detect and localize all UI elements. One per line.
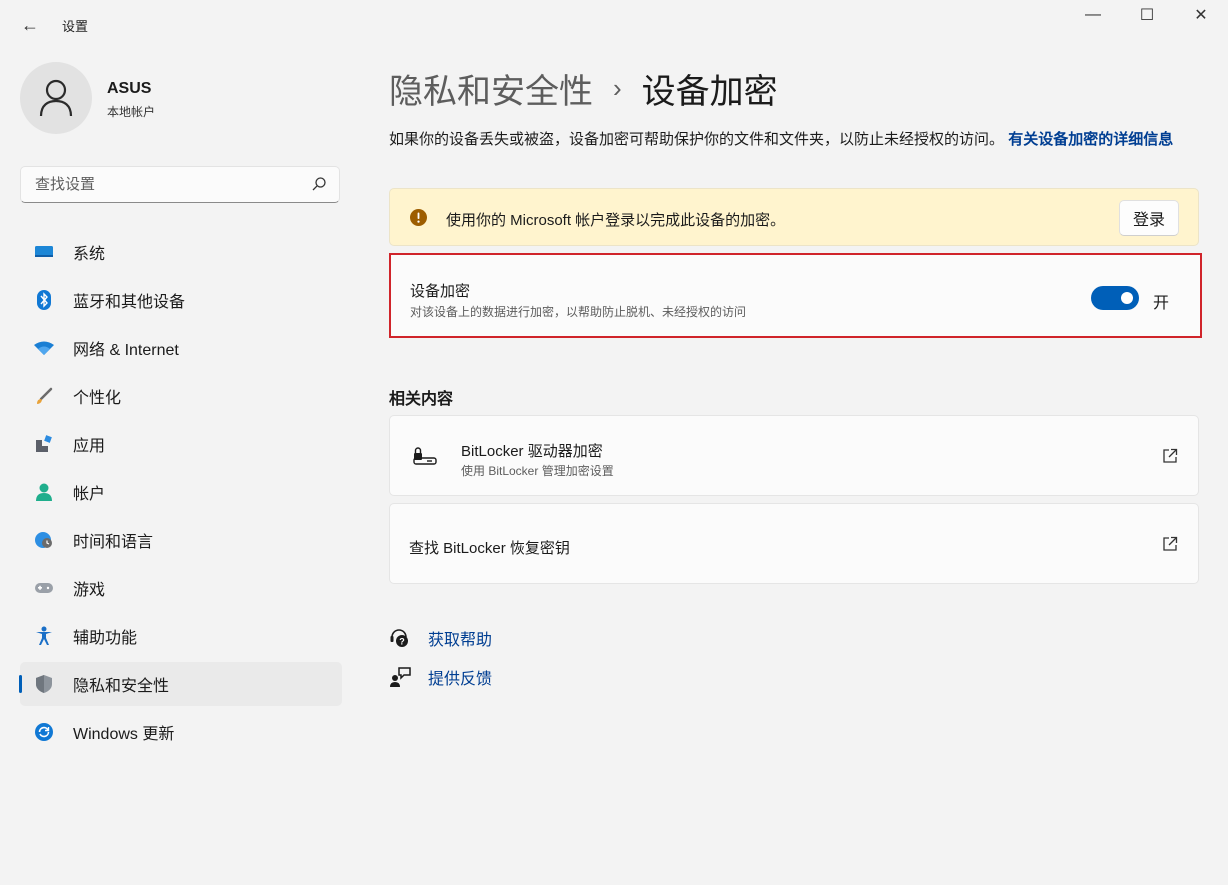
maximize-button[interactable]: ☐ bbox=[1120, 0, 1174, 30]
breadcrumb-parent[interactable]: 隐私和安全性 bbox=[389, 64, 593, 113]
user-profile[interactable]: ASUS 本地帐户 bbox=[20, 62, 340, 136]
learn-more-link[interactable]: 有关设备加密的详细信息 bbox=[1008, 131, 1173, 148]
bitlocker-recovery-key-card[interactable]: 查找 BitLocker 恢复密钥 bbox=[389, 503, 1199, 584]
sidebar-item-label: 网络 & Internet bbox=[73, 342, 179, 359]
avatar bbox=[20, 62, 92, 134]
gamepad-icon bbox=[34, 578, 54, 598]
bitlocker-subtitle: 使用 BitLocker 管理加密设置 bbox=[461, 464, 614, 478]
related-content-heading: 相关内容 bbox=[389, 391, 454, 408]
monitor-icon bbox=[34, 242, 54, 262]
app-title: 设置 bbox=[62, 19, 89, 34]
sign-in-button[interactable]: 登录 bbox=[1119, 200, 1179, 236]
breadcrumb: 隐私和安全性 › 设备加密 bbox=[389, 64, 778, 113]
search-box bbox=[20, 166, 340, 203]
device-encryption-card: 设备加密 对该设备上的数据进行加密，以帮助防止脱机、未经授权的访问 开 bbox=[389, 253, 1202, 338]
get-help-icon: ? bbox=[389, 627, 411, 649]
accessibility-icon bbox=[34, 626, 54, 646]
sidebar-item-label: 时间和语言 bbox=[73, 534, 154, 551]
globe-clock-icon bbox=[34, 530, 54, 550]
profile-name: ASUS bbox=[107, 80, 152, 97]
back-button[interactable]: ← bbox=[14, 12, 46, 38]
feedback-label: 提供反馈 bbox=[428, 671, 493, 688]
sidebar-item-label: 系统 bbox=[73, 246, 106, 263]
sidebar-item-label: 游戏 bbox=[73, 582, 106, 599]
person-icon bbox=[34, 482, 54, 502]
get-help-label: 获取帮助 bbox=[428, 632, 493, 649]
shield-icon bbox=[34, 674, 54, 694]
sidebar-item-bluetooth[interactable]: 蓝牙和其他设备 bbox=[20, 278, 342, 322]
feedback-icon bbox=[389, 666, 411, 688]
recovery-key-title: 查找 BitLocker 恢复密钥 bbox=[409, 540, 570, 557]
external-link-icon bbox=[1163, 536, 1178, 551]
update-icon bbox=[34, 722, 54, 742]
get-help-link[interactable]: ? 获取帮助 bbox=[389, 626, 492, 650]
sidebar-item-label: 个性化 bbox=[73, 390, 122, 407]
sidebar-item-time-language[interactable]: 时间和语言 bbox=[20, 518, 342, 562]
page-description: 如果你的设备丢失或被盗，设备加密可帮助保护你的文件和文件夹，以防止未经授权的访问… bbox=[389, 128, 1199, 151]
bitlocker-title: BitLocker 驱动器加密 bbox=[461, 443, 603, 460]
external-link-icon bbox=[1163, 448, 1178, 463]
svg-text:?: ? bbox=[399, 637, 405, 647]
sidebar-nav: 系统 蓝牙和其他设备 网络 & Internet 个性化 应用 帐户 时间和语言… bbox=[19, 230, 342, 758]
sidebar-item-network[interactable]: 网络 & Internet bbox=[20, 326, 342, 370]
user-avatar-icon bbox=[39, 79, 73, 117]
bitlocker-drive-icon bbox=[413, 447, 437, 465]
encryption-toggle[interactable] bbox=[1091, 286, 1139, 310]
warning-icon bbox=[410, 209, 427, 226]
sidebar-item-system[interactable]: 系统 bbox=[20, 230, 342, 274]
minimize-button[interactable]: — bbox=[1066, 0, 1120, 30]
wifi-icon bbox=[34, 338, 54, 358]
profile-account-type: 本地帐户 bbox=[107, 105, 156, 119]
apps-icon bbox=[34, 434, 54, 454]
bluetooth-icon bbox=[34, 290, 54, 310]
close-button[interactable]: ✕ bbox=[1174, 0, 1228, 30]
encryption-title: 设备加密 bbox=[410, 283, 471, 300]
breadcrumb-separator: › bbox=[613, 73, 622, 103]
sidebar-item-label: 蓝牙和其他设备 bbox=[73, 294, 186, 311]
sidebar-item-label: 帐户 bbox=[73, 486, 106, 503]
description-text: 如果你的设备丢失或被盗，设备加密可帮助保护你的文件和文件夹，以防止未经授权的访问… bbox=[389, 131, 1005, 148]
sidebar-item-personalization[interactable]: 个性化 bbox=[20, 374, 342, 418]
sidebar-item-label: 隐私和安全性 bbox=[73, 678, 170, 695]
warning-infobar: 使用你的 Microsoft 帐户登录以完成此设备的加密。 登录 bbox=[389, 188, 1199, 246]
page-title: 设备加密 bbox=[641, 73, 778, 111]
search-icon[interactable] bbox=[311, 176, 327, 192]
sidebar-item-label: Windows 更新 bbox=[73, 726, 175, 743]
sidebar-item-privacy-security[interactable]: 隐私和安全性 bbox=[19, 662, 342, 706]
sidebar-item-accessibility[interactable]: 辅助功能 bbox=[20, 614, 342, 658]
sidebar-item-label: 辅助功能 bbox=[73, 630, 138, 647]
title-bar: ← 设置 — ☐ ✕ bbox=[0, 0, 1228, 48]
encryption-subtitle: 对该设备上的数据进行加密，以帮助防止脱机、未经授权的访问 bbox=[410, 305, 747, 319]
bitlocker-encryption-card[interactable]: BitLocker 驱动器加密 使用 BitLocker 管理加密设置 bbox=[389, 415, 1199, 496]
feedback-link[interactable]: 提供反馈 bbox=[389, 665, 492, 689]
toggle-knob bbox=[1121, 292, 1133, 304]
sidebar-item-apps[interactable]: 应用 bbox=[20, 422, 342, 466]
sidebar-item-label: 应用 bbox=[73, 438, 106, 455]
search-input[interactable] bbox=[33, 175, 297, 194]
toggle-state-label: 开 bbox=[1153, 295, 1170, 312]
warning-text: 使用你的 Microsoft 帐户登录以完成此设备的加密。 bbox=[446, 212, 786, 229]
sidebar-item-gaming[interactable]: 游戏 bbox=[20, 566, 342, 610]
sidebar-item-windows-update[interactable]: Windows 更新 bbox=[20, 710, 342, 754]
brush-icon bbox=[34, 386, 54, 406]
sidebar-item-accounts[interactable]: 帐户 bbox=[20, 470, 342, 514]
